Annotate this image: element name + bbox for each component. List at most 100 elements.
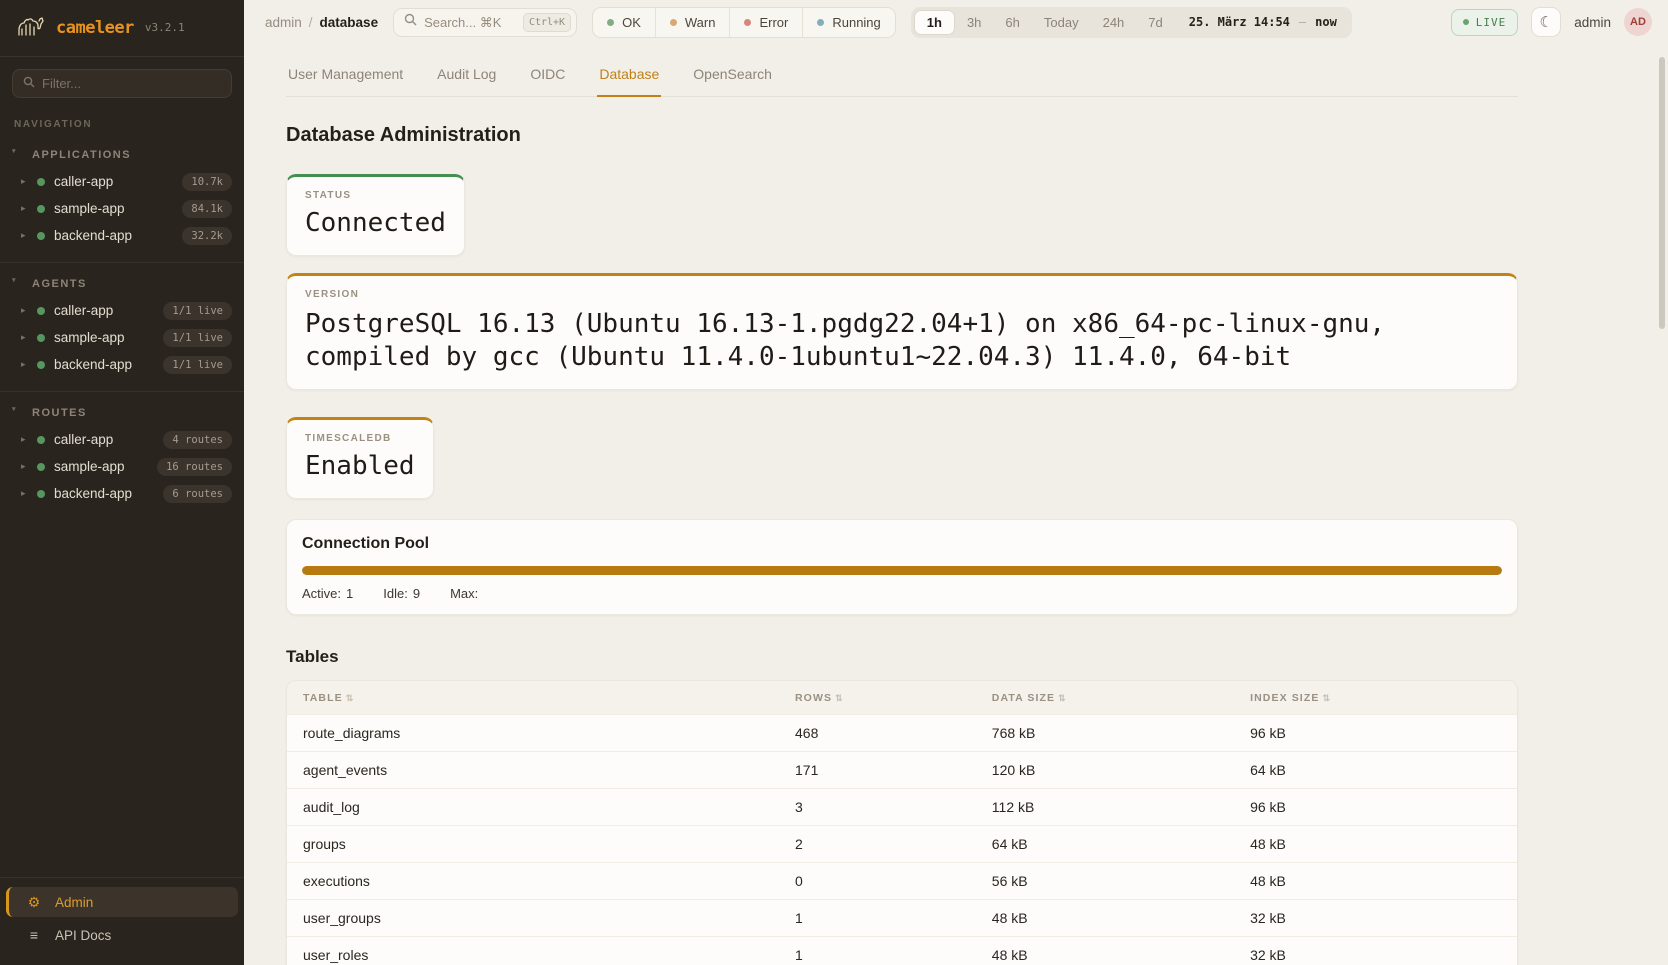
status-card: STATUS Connected — [286, 174, 465, 256]
filter-warn[interactable]: Warn — [655, 8, 730, 37]
running-dot-icon — [817, 19, 824, 26]
sidebar-section-agents: ▾ AGENTS ▸ caller-app 1/1 live ▸ sample-… — [0, 262, 244, 386]
vertical-scrollbar[interactable] — [1659, 57, 1665, 329]
status-dot — [37, 463, 45, 471]
app-name: cameleer — [56, 18, 134, 38]
table-header-row: TABLE⇅ ROWS⇅ DATA SIZE⇅ INDEX SIZE⇅ — [287, 681, 1517, 715]
status-dot — [37, 334, 45, 342]
sidebar-filter[interactable] — [12, 69, 232, 98]
filter-input[interactable] — [42, 76, 221, 91]
time-range-today[interactable]: Today — [1032, 7, 1091, 38]
admin-label: Admin — [55, 895, 93, 910]
menu-icon: ≡ — [26, 927, 42, 943]
live-badge: 1/1 live — [163, 329, 232, 347]
column-header-rows[interactable]: ROWS⇅ — [779, 681, 976, 715]
tab-opensearch[interactable]: OpenSearch — [691, 57, 774, 96]
tab-audit-log[interactable]: Audit Log — [435, 57, 498, 96]
time-range-7d[interactable]: 7d — [1136, 7, 1174, 38]
pool-stat-max: Max: — [450, 586, 483, 601]
sidebar-footer: ⚙ Admin ≡ API Docs — [0, 877, 244, 965]
status-dot — [37, 178, 45, 186]
timescaledb-card-label: TIMESCALEDB — [305, 433, 415, 444]
chevron-right-icon[interactable]: ▸ — [21, 305, 29, 316]
status-dot — [37, 490, 45, 498]
count-badge: 84.1k — [182, 200, 232, 218]
item-label: caller-app — [54, 174, 113, 189]
chevron-right-icon[interactable]: ▸ — [21, 176, 29, 187]
breadcrumb-current: database — [320, 15, 379, 30]
sidebar-item-backend-app[interactable]: ▸ backend-app 32.2k — [0, 222, 244, 249]
chevron-right-icon[interactable]: ▸ — [21, 230, 29, 241]
chevron-right-icon[interactable]: ▸ — [21, 434, 29, 445]
cell-table-name: executions — [287, 863, 779, 900]
sidebar-item-sample-app[interactable]: ▸ sample-app 84.1k — [0, 195, 244, 222]
section-header-routes[interactable]: ▾ ROUTES — [0, 401, 244, 426]
chevron-down-icon: ▾ — [12, 147, 17, 155]
sidebar-item-caller-app[interactable]: ▸ caller-app 10.7k — [0, 168, 244, 195]
main-area: admin / database Ctrl+K OK Warn Error — [244, 0, 1668, 965]
sidebar-item-api-docs[interactable]: ≡ API Docs — [6, 920, 238, 950]
routes-badge: 16 routes — [157, 458, 232, 476]
filter-running[interactable]: Running — [802, 8, 894, 37]
time-range-1h[interactable]: 1h — [914, 10, 955, 35]
cell-data-size: 48 kB — [976, 937, 1234, 965]
time-display[interactable]: 25. März 14:54 — now — [1175, 15, 1349, 29]
avatar[interactable]: AD — [1624, 8, 1652, 36]
live-badge[interactable]: LIVE — [1451, 9, 1519, 36]
breadcrumb-parent[interactable]: admin — [265, 15, 302, 30]
cell-data-size: 768 kB — [976, 715, 1234, 752]
version-card: VERSION PostgreSQL 16.13 (Ubuntu 16.13-1… — [286, 273, 1518, 390]
sort-icon[interactable]: ⇅ — [835, 693, 844, 703]
time-range-3h[interactable]: 3h — [955, 7, 993, 38]
tables-card: TABLE⇅ ROWS⇅ DATA SIZE⇅ INDEX SIZE⇅ — [286, 680, 1518, 965]
chevron-right-icon[interactable]: ▸ — [21, 359, 29, 370]
sort-icon[interactable]: ⇅ — [1058, 693, 1067, 703]
pool-stat-idle: Idle: 9 — [383, 586, 420, 601]
timescaledb-card: TIMESCALEDB Enabled — [286, 417, 434, 499]
moon-icon: ☾ — [1539, 13, 1552, 31]
tab-user-management[interactable]: User Management — [286, 57, 405, 96]
item-label: sample-app — [54, 330, 125, 345]
global-search[interactable]: Ctrl+K — [393, 8, 577, 37]
filter-error[interactable]: Error — [729, 8, 802, 37]
tab-database[interactable]: Database — [597, 57, 661, 97]
sidebar-item-sample-app-routes[interactable]: ▸ sample-app 16 routes — [0, 453, 244, 480]
chevron-right-icon[interactable]: ▸ — [21, 488, 29, 499]
column-header-data-size[interactable]: DATA SIZE⇅ — [976, 681, 1234, 715]
sidebar-item-caller-app-routes[interactable]: ▸ caller-app 4 routes — [0, 426, 244, 453]
column-header-table[interactable]: TABLE⇅ — [287, 681, 779, 715]
pool-progress-track — [302, 566, 1502, 575]
sidebar-item-caller-app-agent[interactable]: ▸ caller-app 1/1 live — [0, 297, 244, 324]
sidebar-item-admin[interactable]: ⚙ Admin — [6, 887, 238, 917]
chevron-right-icon[interactable]: ▸ — [21, 203, 29, 214]
column-header-index-size[interactable]: INDEX SIZE⇅ — [1234, 681, 1517, 715]
item-label: caller-app — [54, 303, 113, 318]
nav-section-label: NAVIGATION — [14, 119, 230, 130]
time-separator: — — [1299, 15, 1306, 29]
chevron-right-icon[interactable]: ▸ — [21, 332, 29, 343]
time-range-6h[interactable]: 6h — [993, 7, 1031, 38]
sidebar-item-sample-app-agent[interactable]: ▸ sample-app 1/1 live — [0, 324, 244, 351]
sidebar-item-backend-app-agent[interactable]: ▸ backend-app 1/1 live — [0, 351, 244, 378]
count-badge: 10.7k — [182, 173, 232, 191]
sort-icon[interactable]: ⇅ — [1322, 693, 1331, 703]
sort-icon[interactable]: ⇅ — [346, 693, 355, 703]
search-input[interactable] — [424, 15, 516, 30]
section-header-applications[interactable]: ▾ APPLICATIONS — [0, 143, 244, 168]
sidebar: cameleer v3.2.1 NAVIGATION ▾ APPLICATION… — [0, 0, 244, 965]
sidebar-item-backend-app-routes[interactable]: ▸ backend-app 6 routes — [0, 480, 244, 507]
cell-table-name: audit_log — [287, 789, 779, 826]
chevron-right-icon[interactable]: ▸ — [21, 461, 29, 472]
dark-mode-toggle[interactable]: ☾ — [1531, 7, 1561, 37]
section-label: AGENTS — [32, 278, 87, 290]
version-card-label: VERSION — [305, 289, 1499, 300]
section-header-agents[interactable]: ▾ AGENTS — [0, 272, 244, 297]
time-range-24h[interactable]: 24h — [1091, 7, 1137, 38]
table-row: audit_log 3 112 kB 96 kB — [287, 789, 1517, 826]
chevron-down-icon: ▾ — [12, 405, 17, 413]
logo[interactable]: cameleer v3.2.1 — [0, 0, 244, 57]
filter-ok[interactable]: OK — [593, 8, 655, 37]
cell-table-name: agent_events — [287, 752, 779, 789]
status-filter-group: OK Warn Error Running — [592, 7, 896, 38]
tab-oidc[interactable]: OIDC — [528, 57, 567, 96]
